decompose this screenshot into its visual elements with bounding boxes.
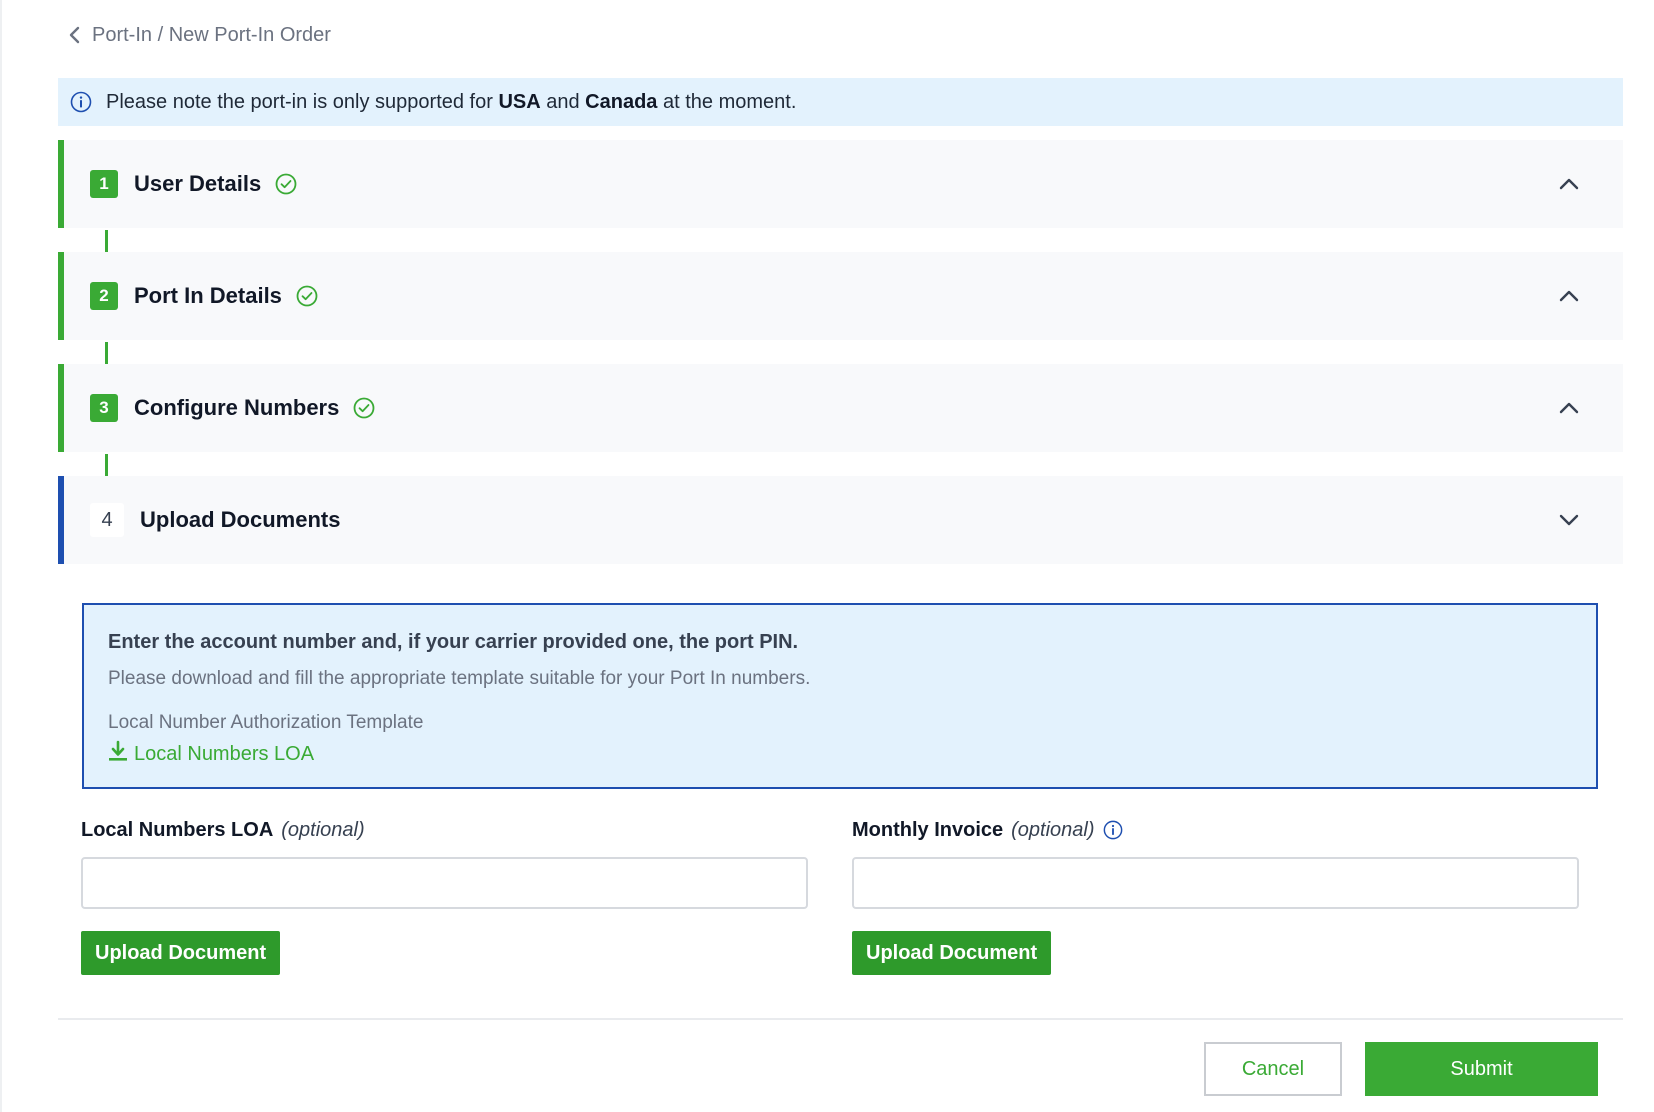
- upload-instructions: Enter the account number and, if your ca…: [82, 603, 1598, 789]
- step-port-in-details[interactable]: 2 Port In Details: [58, 252, 1623, 340]
- notice-middle: and: [540, 90, 586, 113]
- notice-country-canada: Canada: [585, 90, 658, 113]
- step-number-badge: 1: [90, 170, 118, 198]
- check-circle-icon: [275, 173, 297, 195]
- check-circle-icon: [296, 285, 318, 307]
- left-edge: [0, 0, 2, 1112]
- step-number-badge: 4: [90, 503, 124, 537]
- instructions-text: Please download and fill the appropriate…: [108, 668, 811, 689]
- step-title: User Details: [134, 171, 262, 196]
- chevron-down-icon[interactable]: [1559, 514, 1579, 526]
- loa-field-label: Local Numbers LOA (optional): [81, 815, 808, 845]
- footer-divider: [58, 1018, 1623, 1020]
- loa-label-text: Local Numbers LOA: [81, 818, 274, 841]
- info-icon[interactable]: [1103, 820, 1123, 840]
- step-title: Upload Documents: [140, 507, 341, 532]
- notice-suffix: at the moment.: [657, 90, 797, 113]
- instructions-heading: Enter the account number and, if your ca…: [108, 631, 799, 653]
- breadcrumb-text[interactable]: Port-In / New Port-In Order: [92, 24, 331, 47]
- step-number-badge: 2: [90, 282, 118, 310]
- template-label: Local Number Authorization Template: [108, 712, 424, 733]
- invoice-label-text: Monthly Invoice: [852, 818, 1004, 841]
- download-link-text[interactable]: Local Numbers LOA: [134, 743, 314, 766]
- loa-upload-field: Local Numbers LOA (optional) Upload Docu…: [81, 815, 808, 975]
- chevron-up-icon[interactable]: [1559, 402, 1579, 414]
- info-icon: [70, 91, 92, 113]
- loa-upload-button[interactable]: Upload Document: [81, 931, 281, 975]
- notice-prefix: Please note the port-in is only supporte…: [106, 90, 499, 113]
- step-number-badge: 3: [90, 394, 118, 422]
- notice-country-usa: USA: [498, 90, 541, 113]
- step-upload-documents[interactable]: 4 Upload Documents: [58, 476, 1623, 564]
- submit-button[interactable]: Submit: [1365, 1042, 1598, 1096]
- invoice-field-label: Monthly Invoice (optional): [852, 815, 1579, 845]
- chevron-up-icon[interactable]: [1559, 178, 1579, 190]
- invoice-upload-field: Monthly Invoice (optional) Upload Docume…: [852, 815, 1579, 975]
- loa-file-input[interactable]: [81, 857, 808, 909]
- chevron-left-icon[interactable]: [68, 26, 82, 44]
- breadcrumb[interactable]: Port-In / New Port-In Order: [68, 20, 331, 50]
- local-numbers-loa-link[interactable]: Local Numbers LOA: [108, 740, 1572, 768]
- invoice-upload-button[interactable]: Upload Document: [852, 931, 1052, 975]
- step-connector: [105, 454, 108, 476]
- download-icon[interactable]: [108, 740, 128, 768]
- invoice-file-input[interactable]: [852, 857, 1579, 909]
- invoice-optional-text: (optional): [1011, 818, 1095, 841]
- info-notice: Please note the port-in is only supporte…: [58, 78, 1623, 126]
- port-in-page: Port-In / New Port-In Order Please note …: [0, 0, 1654, 1112]
- step-user-details[interactable]: 1 User Details: [58, 140, 1623, 228]
- chevron-up-icon[interactable]: [1559, 290, 1579, 302]
- step-configure-numbers[interactable]: 3 Configure Numbers: [58, 364, 1623, 452]
- loa-optional-text: (optional): [281, 818, 365, 841]
- step-title: Configure Numbers: [134, 395, 340, 420]
- check-circle-icon: [353, 397, 375, 419]
- cancel-button[interactable]: Cancel: [1204, 1042, 1342, 1096]
- step-connector: [105, 342, 108, 364]
- step-connector: [105, 230, 108, 252]
- step-title: Port In Details: [134, 283, 282, 308]
